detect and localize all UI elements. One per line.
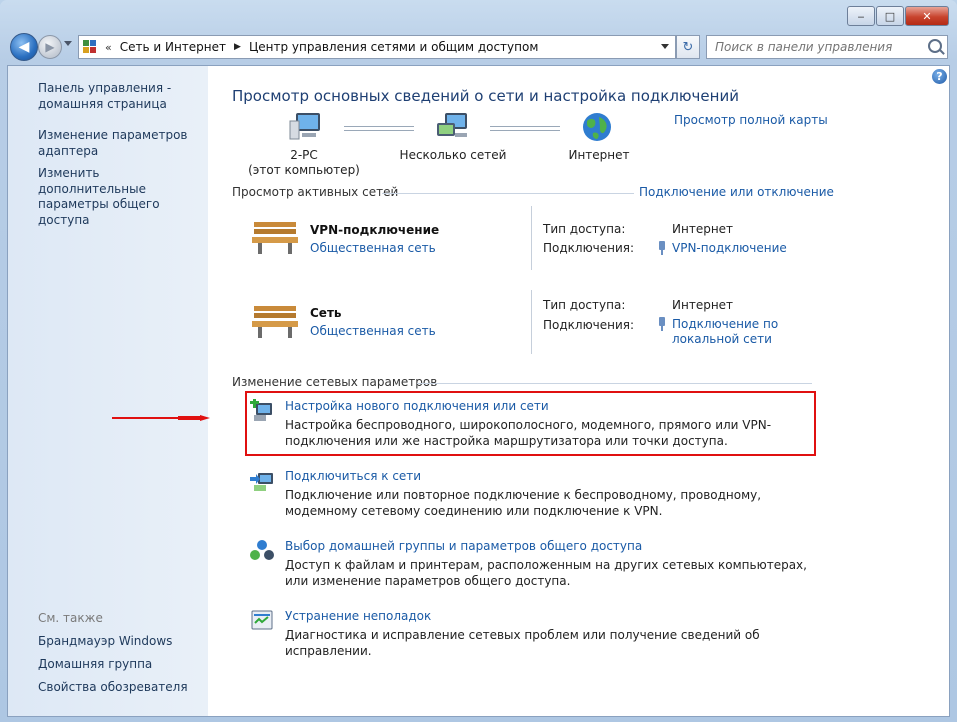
breadcrumb-overflow[interactable]: « — [105, 41, 112, 54]
lan-connection-link[interactable]: Подключение по локальной сети — [672, 317, 792, 347]
breadcrumb-separator-icon[interactable]: ▶ — [234, 42, 241, 52]
network-name: VPN-подключение — [310, 223, 440, 237]
task-title-link[interactable]: Выбор домашней группы и параметров общег… — [285, 539, 642, 553]
task-title-link[interactable]: Подключиться к сети — [285, 469, 421, 483]
refresh-button[interactable]: ↻ — [676, 35, 700, 59]
homegroup-icon — [250, 540, 274, 560]
network-type-link[interactable]: Общественная сеть — [310, 241, 436, 255]
content-area: Панель управления - домашняя страница Из… — [7, 65, 950, 717]
public-network-bench-icon — [252, 306, 298, 338]
breadcrumb-network-internet[interactable]: Сеть и Интернет — [120, 40, 226, 54]
sidebar-link-home[interactable]: Панель управления - домашняя страница — [38, 81, 203, 112]
internet-globe-icon — [583, 113, 611, 141]
map-node-sub: (этот компьютер) — [248, 163, 360, 177]
window-controls: ‒ □ ✕ — [846, 6, 949, 26]
connections-label: Подключения: — [543, 241, 635, 255]
map-node-multiple-networks[interactable]: Несколько сетей — [392, 148, 514, 163]
forward-button[interactable]: ▶ — [38, 35, 62, 59]
red-arrow-annotation — [112, 415, 210, 421]
address-bar[interactable]: « Сеть и Интернет ▶ Центр управления сет… — [78, 35, 676, 59]
help-icon[interactable]: ? — [932, 69, 947, 84]
search-input[interactable] — [713, 39, 917, 55]
access-type-value: Интернет — [672, 222, 734, 236]
public-network-bench-icon — [252, 222, 298, 254]
search-icon[interactable] — [928, 39, 942, 53]
access-type-label: Тип доступа: — [543, 298, 626, 312]
sidebar-link-sharing-settings[interactable]: Изменить дополнительные параметры общего… — [38, 166, 203, 228]
breadcrumb-network-center[interactable]: Центр управления сетями и общим доступом — [249, 40, 538, 54]
map-connector — [490, 126, 560, 131]
see-also-label: См. также — [38, 611, 103, 625]
navigation-bar: ◀ ▶ « Сеть и Интернет ▶ Центр управления… — [0, 30, 957, 64]
maximize-button[interactable]: □ — [876, 6, 904, 26]
map-connector — [344, 126, 414, 131]
map-node-this-computer[interactable]: 2-PC (этот компьютер) — [244, 148, 364, 178]
change-settings-label: Изменение сетевых параметров — [232, 375, 438, 389]
troubleshoot-icon — [251, 610, 273, 630]
connect-network-icon — [250, 473, 273, 491]
search-box[interactable] — [706, 35, 948, 59]
minimize-button[interactable]: ‒ — [847, 6, 875, 26]
active-networks-label: Просмотр активных сетей — [232, 185, 399, 199]
highlight-box — [245, 391, 816, 456]
task-description: Доступ к файлам и принтерам, расположенн… — [285, 558, 807, 588]
sidebar: Панель управления - домашняя страница Из… — [8, 66, 208, 716]
access-type-value: Интернет — [672, 298, 734, 312]
address-dropdown-icon[interactable] — [661, 44, 669, 49]
map-node-name: 2-PC — [290, 148, 318, 162]
connections-label: Подключения: — [543, 318, 635, 332]
network-type-link[interactable]: Общественная сеть — [310, 324, 436, 338]
sidebar-link-internet-options[interactable]: Свойства обозревателя — [38, 680, 188, 696]
vertical-divider — [531, 206, 532, 270]
computer-icon — [289, 113, 320, 140]
connect-disconnect-link[interactable]: Подключение или отключение — [639, 185, 834, 199]
section-divider — [382, 193, 634, 194]
vpn-connection-link[interactable]: VPN-подключение — [672, 241, 787, 255]
view-full-map-link[interactable]: Просмотр полной карты — [674, 113, 828, 127]
task-description: Подключение или повторное подключение к … — [285, 488, 762, 518]
plug-icon — [659, 317, 665, 331]
main-panel: Просмотр основных сведений о сети и наст… — [232, 66, 932, 716]
plug-icon — [659, 241, 665, 255]
sidebar-link-homegroup[interactable]: Домашняя группа — [38, 657, 152, 673]
close-button[interactable]: ✕ — [905, 6, 949, 26]
control-panel-icon — [83, 40, 97, 54]
task-description: Диагностика и исправление сетевых пробле… — [285, 628, 760, 658]
recent-pages-dropdown-icon[interactable] — [64, 41, 72, 46]
network-name: Сеть — [310, 306, 342, 320]
networks-icon — [437, 113, 467, 137]
task-title-link[interactable]: Устранение неполадок — [285, 609, 431, 623]
page-title: Просмотр основных сведений о сети и наст… — [232, 87, 739, 105]
sidebar-link-firewall[interactable]: Брандмауэр Windows — [38, 634, 172, 650]
window: ‒ □ ✕ ◀ ▶ « Сеть и Интернет ▶ Центр упра… — [0, 0, 957, 722]
access-type-label: Тип доступа: — [543, 222, 626, 236]
section-divider — [417, 383, 812, 384]
map-node-internet[interactable]: Интернет — [552, 148, 646, 163]
back-button[interactable]: ◀ — [10, 33, 38, 61]
title-bar: ‒ □ ✕ — [0, 0, 957, 30]
sidebar-link-adapter-settings[interactable]: Изменение параметров адаптера — [38, 128, 203, 159]
vertical-divider — [531, 290, 532, 354]
